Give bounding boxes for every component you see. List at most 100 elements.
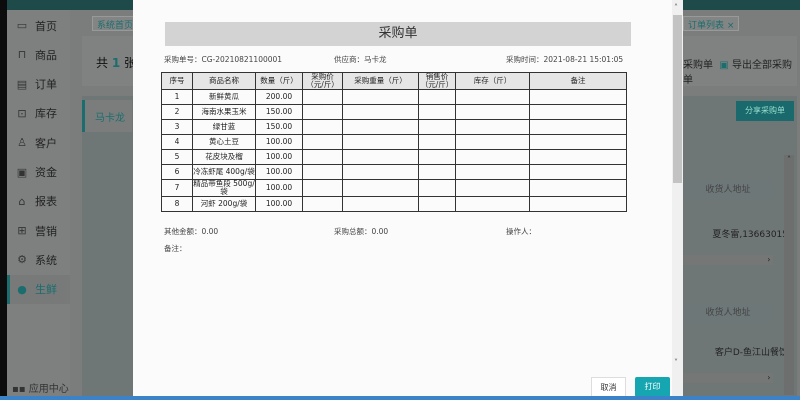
document-icon: ▤ — [16, 77, 28, 91]
sidebar-item-0[interactable]: ▭ 首页 — [7, 11, 70, 40]
table-cell — [342, 134, 419, 150]
table-cell — [529, 196, 627, 212]
taskbar-edge — [0, 396, 800, 400]
table-cell — [342, 149, 419, 165]
table-cell — [529, 179, 627, 197]
table-cell: 200.00 — [255, 89, 303, 105]
purchase-link[interactable]: 采购单 — [683, 60, 713, 71]
table-cell: 精品带鱼段 500g/袋 — [192, 179, 256, 197]
table-cell: 冷冻虾尾 400g/袋 — [192, 164, 256, 180]
table-cell: 7 — [161, 179, 193, 197]
table-cell — [418, 179, 456, 197]
table-cell — [455, 134, 530, 150]
table-cell: 100.00 — [255, 196, 303, 212]
close-icon[interactable]: × — [727, 21, 735, 31]
sidebar-item-label: 资金 — [35, 166, 57, 179]
scroll-up-icon[interactable]: ˄ — [674, 3, 678, 12]
tab-order-list[interactable]: 订单列表 × — [683, 16, 740, 31]
table-cell — [455, 89, 530, 105]
address-cell: 夏冬雷,13663015 — [712, 230, 788, 240]
table-cell — [455, 104, 530, 120]
horizontal-scrollbar[interactable]: › — [683, 373, 773, 383]
table-cell: 新鲜黄瓜 — [192, 89, 256, 105]
sidebar-item-4[interactable]: ♙ 客户 — [7, 128, 70, 157]
table-cell — [529, 119, 627, 135]
table-row: 5 花皮块及榴 100.00 — [161, 149, 627, 165]
table-cell: 1 — [161, 89, 193, 105]
table-cell: 花皮块及榴 — [192, 149, 256, 165]
print-button[interactable]: 打印 — [635, 377, 670, 397]
gift-icon: ⊞ — [17, 224, 27, 238]
wallet-icon: ▣ — [16, 165, 28, 179]
table-cell — [455, 164, 530, 180]
monitor-icon: ▭ — [16, 19, 28, 32]
sidebar-item-label: 客户 — [35, 136, 57, 150]
table-cell: 100.00 — [255, 164, 303, 180]
sidebar-item-9[interactable]: ● 生鲜 — [7, 274, 70, 304]
total-amount: 采购总额：0.00 — [334, 227, 389, 236]
sidebar-item-label: 库存 — [35, 107, 57, 121]
table-cell — [342, 119, 419, 135]
tab-home[interactable]: 系统首页 — [92, 16, 139, 31]
sidebar-item-label: 订单 — [35, 78, 57, 92]
other-amount: 其他金额：0.00 — [164, 227, 219, 236]
table-cell — [302, 89, 343, 105]
sidebar-item-6[interactable]: ⌂ 报表 — [7, 187, 70, 216]
column-header: 备注 — [529, 72, 627, 90]
table-cell — [342, 196, 419, 212]
horizontal-scrollbar[interactable]: › — [683, 255, 773, 265]
table-cell: 100.00 — [255, 134, 303, 150]
tab-label: 订单列表 — [688, 21, 725, 31]
table-row: 6 冷冻虾尾 400g/袋 100.00 — [161, 164, 627, 180]
table-cell — [529, 149, 627, 165]
table-cell — [418, 89, 456, 105]
column-header: 采购价（元/斤） — [302, 72, 343, 90]
table-cell: 6 — [161, 164, 193, 180]
supplier-tab[interactable]: 马卡龙 — [82, 100, 132, 132]
sidebar-item-label: 系统 — [35, 253, 57, 267]
table-cell: 3 — [161, 119, 193, 135]
table-cell: 海南水果玉米 — [192, 104, 256, 120]
table-cell — [302, 119, 343, 135]
sidebar-item-label: 报表 — [35, 195, 57, 209]
share-button[interactable]: 分享采购单 — [736, 101, 794, 121]
column-header: 销售价（元/斤） — [418, 72, 456, 90]
dialog-title: 采购单 — [165, 22, 631, 46]
sidebar-item-7[interactable]: ⊞ 营销 — [7, 216, 70, 245]
table-cell — [418, 134, 456, 150]
sidebar-item-label: 商品 — [35, 48, 57, 62]
table-cell: 黄心土豆 — [192, 134, 256, 150]
vertical-scrollbar[interactable]: ˄ — [784, 155, 794, 395]
sidebar-item-8[interactable]: ⚙ 系统 — [7, 245, 70, 274]
bag-icon: ⊓ — [17, 48, 27, 62]
sidebar-item-label: 首页 — [35, 19, 57, 33]
column-header: 库存（斤） — [455, 72, 530, 90]
purchase-time: 采购时间：2021-08-21 15:01:05 — [506, 55, 624, 64]
table-cell — [529, 89, 627, 105]
sidebar-item-3[interactable]: ⊡ 库存 — [7, 99, 70, 128]
operator: 操作人： — [506, 227, 536, 236]
table-cell — [418, 119, 456, 135]
purchase-table: 序号 商品名称 数量（斤） 采购价（元/斤） 采购重量（斤） 销售价（元/斤） 库存（斤）备… — [161, 72, 627, 212]
column-header: 序号 — [161, 72, 193, 90]
column-header: 收货人地址 — [683, 303, 773, 323]
screen-edge — [0, 0, 7, 400]
table-cell — [342, 164, 419, 180]
sidebar-item-2[interactable]: ▤ 订单 — [7, 70, 70, 99]
sidebar-item-5[interactable]: ▣ 资金 — [7, 158, 70, 187]
table-cell: 绿甘蓝 — [192, 119, 256, 135]
column-header: 商品名称 — [192, 72, 256, 90]
app-center[interactable]: ▪▪ 应用中心 — [12, 380, 69, 395]
scroll-down-icon[interactable]: ˅ — [674, 358, 678, 367]
cancel-button[interactable]: 取消 — [591, 377, 626, 397]
scrollbar-thumb[interactable] — [673, 15, 682, 183]
sidebar-item-1[interactable]: ⊓ 商品 — [7, 40, 70, 69]
table-cell: 2 — [161, 104, 193, 120]
table-row: 2 海南水果玉米 150.00 — [161, 104, 627, 120]
table-row: 8 河虾 200g/袋 100.00 — [161, 196, 627, 212]
table-cell — [302, 134, 343, 150]
header-actions: 采购单 ▣ 导出全部采购单 — [683, 56, 800, 86]
grid-icon: ▪▪ — [12, 384, 26, 395]
table-cell: 100.00 — [255, 149, 303, 165]
table-cell — [455, 119, 530, 135]
